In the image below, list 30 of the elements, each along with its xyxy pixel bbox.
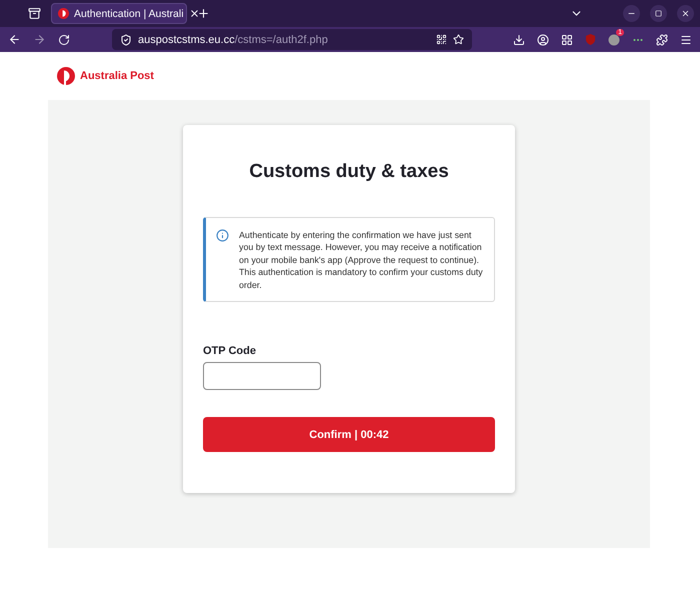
new-tab-icon[interactable] bbox=[197, 7, 210, 20]
field-label: OTP Code bbox=[203, 345, 257, 358]
logo-icon bbox=[57, 67, 75, 85]
notice-text: Authenticate by entering the confirmation we have just sent you by text message. However, you may receive a notification on your mobile bank's app (Approve the request to continue). This authentication is mandatory to confirm your customs duty order. bbox=[239, 229, 484, 292]
forward-icon[interactable] bbox=[33, 33, 46, 46]
page-title: Customs duty & taxes bbox=[248, 161, 450, 183]
reload-icon[interactable] bbox=[58, 34, 70, 46]
grid-icon[interactable] bbox=[561, 34, 573, 46]
close-icon[interactable] bbox=[188, 8, 200, 19]
url-host: auspostcstms.eu.cc bbox=[138, 34, 235, 46]
close-icon[interactable] bbox=[677, 5, 694, 22]
tab-list-icon[interactable] bbox=[28, 7, 41, 20]
back-icon[interactable] bbox=[8, 33, 21, 46]
otp-field[interactable] bbox=[203, 362, 321, 390]
star-icon[interactable] bbox=[453, 34, 464, 45]
info-icon bbox=[216, 229, 229, 242]
address-bar[interactable]: auspostcstms.eu.cc/cstms=/auth2f.php bbox=[112, 29, 472, 50]
post-logo-icon bbox=[58, 8, 69, 19]
shield-icon[interactable] bbox=[120, 34, 132, 46]
qr-code-icon[interactable] bbox=[436, 34, 447, 45]
download-icon[interactable] bbox=[513, 34, 525, 46]
menu-icon[interactable] bbox=[680, 34, 692, 46]
url-path: /cstms=/auth2f.php bbox=[234, 34, 329, 46]
extension-icon[interactable] bbox=[608, 34, 620, 46]
account-icon[interactable] bbox=[537, 34, 549, 46]
minimize-icon[interactable] bbox=[623, 5, 640, 22]
logo-text: Australia Post bbox=[80, 70, 154, 82]
puzzle-icon[interactable] bbox=[656, 34, 668, 46]
confirm-button[interactable]: Confirm | 00:42 bbox=[203, 417, 495, 452]
maximize-icon[interactable] bbox=[650, 5, 667, 22]
